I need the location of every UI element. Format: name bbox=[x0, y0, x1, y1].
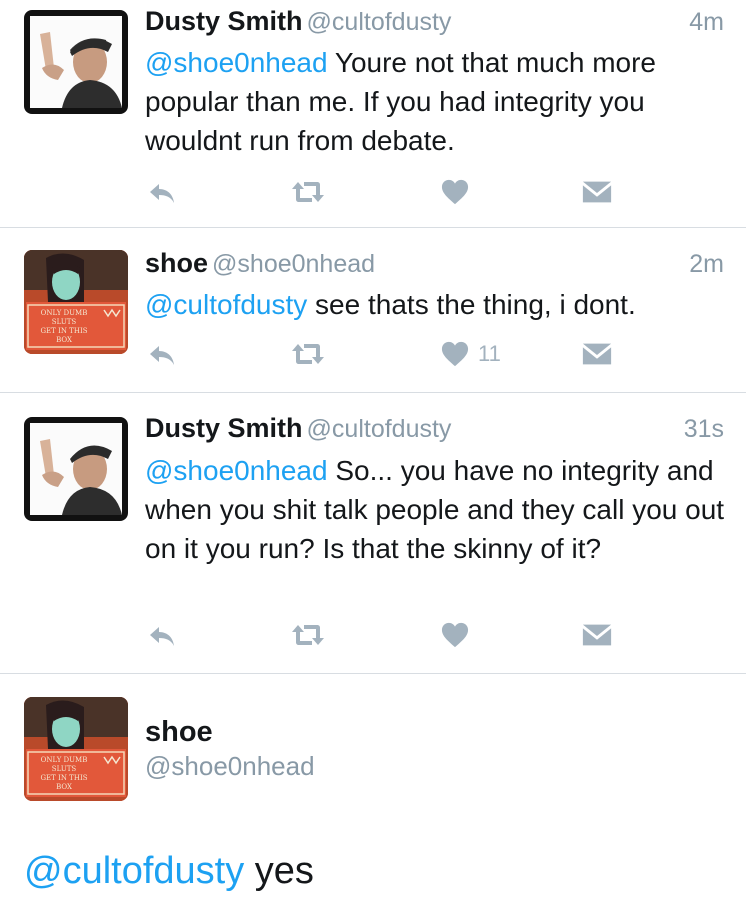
tweet[interactable]: Dusty Smith @cultofdusty 31s @shoe0nhead … bbox=[0, 393, 746, 674]
timestamp: 2m bbox=[689, 250, 724, 278]
reply-icon bbox=[146, 619, 178, 651]
direct-message-icon bbox=[581, 341, 613, 367]
like-count: 11 bbox=[478, 341, 501, 366]
avatar-box-text: SLUTS bbox=[52, 765, 77, 773]
retweet-button[interactable] bbox=[290, 336, 326, 372]
tweet-actions: 11 bbox=[0, 336, 746, 372]
tweet-actions bbox=[0, 617, 746, 653]
tweet-text: @shoe0nhead Youre not that much more pop… bbox=[145, 43, 726, 160]
tweet-text: @cultofdusty yes bbox=[24, 848, 314, 894]
like-button[interactable]: 11 bbox=[440, 336, 501, 372]
avatar[interactable]: ONLY DUMB SLUTS GET IN THIS BOX bbox=[24, 697, 128, 801]
timestamp: 31s bbox=[683, 415, 724, 443]
avatar-box-text: ONLY DUMB bbox=[41, 309, 88, 317]
heart-icon bbox=[440, 621, 470, 649]
tweet[interactable]: ONLY DUMB SLUTS GET IN THIS BOX shoe @sho… bbox=[0, 228, 746, 393]
reply-icon bbox=[146, 338, 178, 370]
retweet-button[interactable] bbox=[290, 174, 326, 210]
avatar-box-text: GET IN THIS bbox=[40, 774, 87, 782]
author-name[interactable]: shoe bbox=[145, 716, 213, 749]
author-handle[interactable]: @cultofdusty bbox=[307, 415, 452, 443]
reply-button[interactable] bbox=[146, 617, 178, 653]
like-button[interactable] bbox=[440, 174, 478, 210]
like-button[interactable] bbox=[440, 617, 478, 653]
avatar-box-text: SLUTS bbox=[52, 318, 77, 326]
reply-button[interactable] bbox=[146, 174, 178, 210]
tweet-actions bbox=[0, 174, 746, 210]
mention-link[interactable]: @cultofdusty bbox=[24, 850, 244, 892]
timestamp: 4m bbox=[689, 8, 724, 36]
heart-icon bbox=[440, 340, 470, 368]
mention-link[interactable]: @shoe0nhead bbox=[145, 47, 328, 78]
retweet-icon bbox=[290, 340, 326, 368]
heart-icon bbox=[440, 178, 470, 206]
mention-link[interactable]: @shoe0nhead bbox=[145, 455, 328, 486]
reply-button[interactable] bbox=[146, 336, 178, 372]
author-handle[interactable]: @cultofdusty bbox=[307, 8, 452, 36]
tweet-text: @shoe0nhead So... you have no integrity … bbox=[145, 451, 726, 568]
direct-message-button[interactable] bbox=[581, 617, 613, 653]
tweet-text: @cultofdusty see thats the thing, i dont… bbox=[145, 285, 726, 324]
avatar-box-text: GET IN THIS bbox=[40, 327, 87, 335]
mention-link[interactable]: @cultofdusty bbox=[145, 289, 307, 320]
avatar-box-text: ONLY DUMB bbox=[41, 756, 88, 764]
author-name[interactable]: shoe bbox=[145, 248, 208, 278]
retweet-button[interactable] bbox=[290, 617, 326, 653]
author-handle[interactable]: @shoe0nhead bbox=[212, 250, 375, 278]
direct-message-icon bbox=[581, 622, 613, 648]
direct-message-button[interactable] bbox=[581, 174, 613, 210]
reply-icon bbox=[146, 176, 178, 208]
retweet-icon bbox=[290, 178, 326, 206]
author-name[interactable]: Dusty Smith bbox=[145, 6, 303, 36]
tweet-body: see thats the thing, i dont. bbox=[307, 289, 636, 320]
tweet-body: yes bbox=[244, 850, 314, 892]
author-handle[interactable]: @shoe0nhead bbox=[145, 751, 315, 782]
author-name[interactable]: Dusty Smith bbox=[145, 413, 303, 443]
direct-message-button[interactable] bbox=[581, 336, 613, 372]
tweet[interactable]: Dusty Smith @cultofdusty 4m @shoe0nhead Y… bbox=[0, 0, 746, 228]
avatar[interactable] bbox=[24, 10, 128, 114]
retweet-icon bbox=[290, 621, 326, 649]
avatar[interactable] bbox=[24, 417, 128, 521]
direct-message-icon bbox=[581, 179, 613, 205]
avatar-box-text: BOX bbox=[56, 783, 72, 791]
